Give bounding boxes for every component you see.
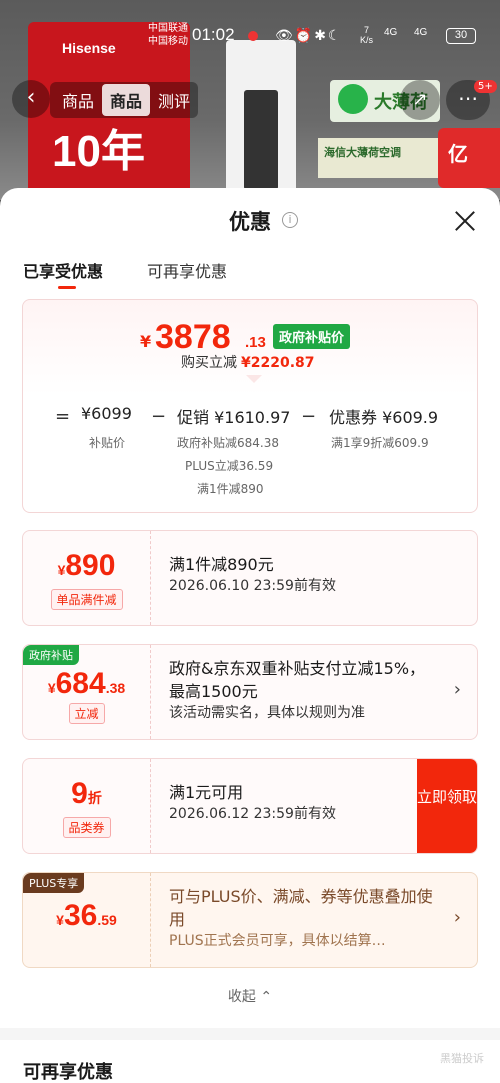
signal-icon: 4G bbox=[414, 27, 428, 38]
minus-sign: − bbox=[151, 406, 167, 427]
currency-symbol: ¥ bbox=[140, 332, 152, 351]
coupon-card[interactable]: ¥890 单品满件减 满1件减890元 2026.06.10 23:59前有效 bbox=[22, 530, 478, 626]
total-reduction: 购买立减 ¥2220.87 bbox=[181, 355, 315, 371]
network-speed: 7 K/s bbox=[360, 25, 374, 45]
tab-available[interactable]: 可再享优惠 bbox=[147, 258, 227, 282]
base-amount: ¥6099 bbox=[81, 404, 132, 423]
coupon-value: ¥36.59 bbox=[56, 899, 117, 932]
coupon-amount: 优惠券 ¥609.9 bbox=[329, 408, 439, 427]
subsidy-banner: 亿 bbox=[438, 128, 500, 188]
claim-button[interactable]: 立即领取 bbox=[417, 759, 477, 853]
sheet-title: 优惠 bbox=[229, 210, 271, 234]
section-divider bbox=[0, 1028, 500, 1040]
coupon-value: ¥890 bbox=[57, 549, 116, 582]
status-bar: 中国联通 中国移动 01:02 👁⏰✱☾ 7 K/s 4G 4G 30 bbox=[0, 22, 500, 54]
tab-product-selected[interactable]: 商品 bbox=[102, 84, 151, 116]
tab-product[interactable]: 商品 bbox=[54, 88, 102, 112]
promo-detail: 政府补贴减684.38 bbox=[177, 436, 279, 450]
coupon-title: 政府&京东双重补贴支付立减15%，最高1500元 bbox=[169, 659, 426, 701]
signal-icon: 4G bbox=[384, 27, 398, 38]
discount-sheet: 优惠 i 已享受优惠 可再享优惠 ¥ 3878 .13 政府补贴价 购买立减 ¥2… bbox=[0, 188, 500, 1083]
coupon-title: 满1元可用 bbox=[169, 783, 244, 802]
tab-enjoyed[interactable]: 已享受优惠 bbox=[23, 258, 103, 282]
coupon-validity: 2026.06.12 23:59前有效 bbox=[169, 806, 336, 822]
battery-icon: 30 bbox=[446, 28, 476, 44]
recording-icon bbox=[248, 31, 258, 41]
coupon-title: 可与PLUS价、满减、券等优惠叠加使用 bbox=[169, 887, 433, 929]
final-price-decimal: .13 bbox=[245, 334, 266, 351]
coupon-type-tag: 单品满件减 bbox=[50, 589, 123, 610]
info-icon[interactable]: i bbox=[282, 212, 298, 228]
tab-indicator bbox=[58, 286, 76, 289]
close-icon[interactable] bbox=[452, 208, 478, 234]
coupon-note: PLUS正式会员可享，具体以结算… bbox=[169, 933, 386, 949]
chevron-up-icon: ⌃ bbox=[260, 989, 273, 1005]
coupon-card[interactable]: PLUS专享 ¥36.59 可与PLUS价、满减、券等优惠叠加使用 PLUS正式… bbox=[22, 872, 478, 968]
back-button[interactable]: ‹ bbox=[12, 80, 50, 118]
coupon-type-tag: 品类券 bbox=[62, 817, 111, 838]
promo-banner-text: 10年 bbox=[52, 127, 145, 176]
promo-detail: 满1件减890 bbox=[197, 482, 264, 496]
pointer-notch bbox=[246, 375, 262, 383]
price-summary-card: ¥ 3878 .13 政府补贴价 购买立减 ¥2220.87 = ¥6099 补贴… bbox=[22, 299, 478, 513]
equals-sign: = bbox=[55, 406, 71, 427]
sheet-header: 优惠 i bbox=[0, 188, 500, 248]
product-image bbox=[226, 40, 296, 200]
chevron-right-icon[interactable]: › bbox=[454, 679, 461, 700]
coupon-title: 满1件减890元 bbox=[169, 555, 274, 574]
carrier-names: 中国联通 中国移动 bbox=[148, 23, 188, 47]
promo-detail: PLUS立减36.59 bbox=[185, 459, 274, 473]
gov-subsidy-price-tag: 政府补贴价 bbox=[273, 324, 351, 349]
coupon-detail: 满1享9折减609.9 bbox=[331, 436, 429, 450]
product-tabs: 商品 商品 测评 bbox=[50, 82, 199, 118]
notification-badge: 5+ bbox=[474, 80, 497, 93]
coupon-type-tag: 立减 bbox=[68, 703, 105, 724]
coupon-value: 9折 bbox=[71, 777, 102, 810]
product-banner: 海信大薄荷空调 bbox=[318, 138, 438, 178]
share-icon[interactable]: ↗ bbox=[400, 80, 440, 120]
coupon-note: 该活动需实名，具体以规则为准 bbox=[169, 705, 365, 721]
base-label: 补贴价 bbox=[89, 436, 126, 450]
chevron-right-icon[interactable]: › bbox=[454, 907, 461, 928]
section-title-available: 可再享优惠 bbox=[23, 1062, 113, 1083]
discount-tabs: 已享受优惠 可再享优惠 bbox=[0, 248, 500, 298]
coupon-value: ¥684.38 bbox=[47, 667, 126, 700]
coupon-card[interactable]: 9折 品类券 满1元可用 2026.06.12 23:59前有效 立即领取 bbox=[22, 758, 478, 854]
coupon-validity: 2026.06.10 23:59前有效 bbox=[169, 578, 336, 594]
minus-sign: − bbox=[301, 406, 317, 427]
tab-review[interactable]: 测评 bbox=[150, 88, 198, 112]
clock: 01:02 bbox=[192, 25, 235, 44]
promo-amount: 促销 ¥1610.97 bbox=[177, 408, 291, 427]
coupon-card[interactable]: 政府补贴 ¥684.38 立减 政府&京东双重补贴支付立减15%，最高1500元… bbox=[22, 644, 478, 740]
collapse-button[interactable]: 收起 ⌃ bbox=[0, 986, 500, 1006]
status-icons: 👁⏰✱☾ bbox=[275, 27, 343, 43]
watermark: 黑猫投诉 bbox=[440, 1052, 484, 1065]
